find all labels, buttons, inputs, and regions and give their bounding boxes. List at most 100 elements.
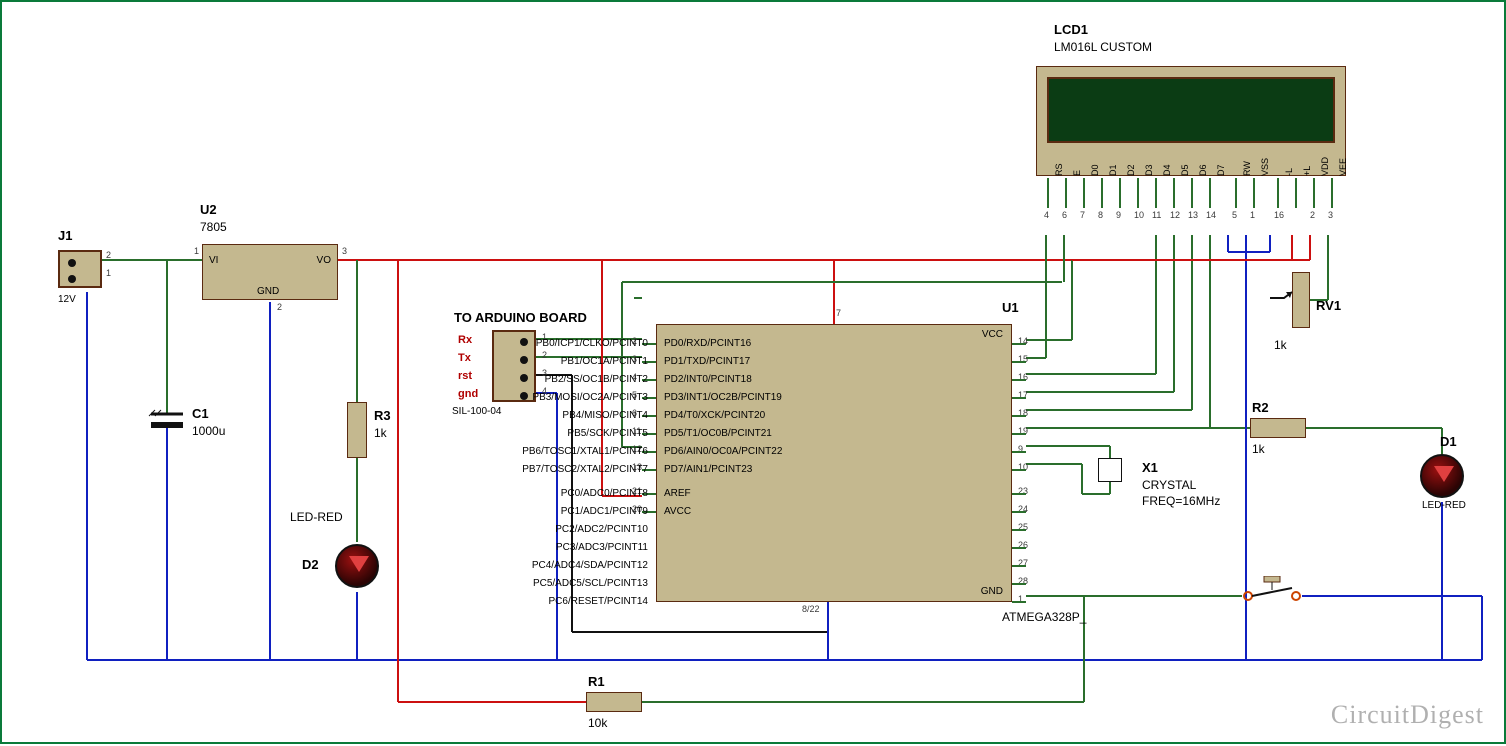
u2-pin3-num: 3 xyxy=(342,246,347,256)
lcd-pin-label: VEE xyxy=(1338,158,1348,176)
lcd-pin-num: 12 xyxy=(1170,210,1180,220)
u1-right-pin-label: PB0/ICP1/CLKO/PCINT0 xyxy=(308,338,648,349)
u2-gnd-label: GND xyxy=(257,286,279,297)
d1-val: LED-RED xyxy=(1422,500,1466,511)
lcd-pin-label: D7 xyxy=(1216,164,1226,176)
u2-pin2-num: 2 xyxy=(277,302,282,312)
u1-val: ATMEGA328P_ xyxy=(1002,610,1086,624)
u1-right-pin-label: PC2/ADC2/PCINT10 xyxy=(308,524,648,535)
reset-button[interactable] xyxy=(1242,576,1302,606)
regulator-u2: VI VO GND xyxy=(202,244,338,300)
u1-right-pin-label: PB5/SCK/PCINT5 xyxy=(308,428,648,439)
lcd-pin-label: -L xyxy=(1284,168,1294,176)
u1-right-pin-label: PC1/ADC1/PCINT9 xyxy=(308,506,648,517)
lcd-pin-num: 1 xyxy=(1250,210,1255,220)
lcd-pin-label: E xyxy=(1072,170,1082,176)
resistor-r2 xyxy=(1250,418,1306,438)
lcd-pin-num: 16 xyxy=(1274,210,1284,220)
u1-left-pin-label: AREF xyxy=(664,488,691,499)
lcd-pin-num: 9 xyxy=(1116,210,1121,220)
connector-j1 xyxy=(58,250,102,288)
x1-freq: FREQ=16MHz xyxy=(1142,494,1220,508)
u1-right-pin-label: PB4/MISO/PCINT4 xyxy=(308,410,648,421)
watermark: CircuitDigest xyxy=(1331,700,1484,730)
d1-ref: D1 xyxy=(1440,434,1457,449)
u1-right-pin-label: PC5/ADC5/SCL/PCINT13 xyxy=(308,578,648,589)
rv1-val: 1k xyxy=(1274,338,1287,352)
u2-vi-label: VI xyxy=(209,255,218,266)
lcd-pin-label: D6 xyxy=(1198,164,1208,176)
j1-pin1-num: 1 xyxy=(106,268,111,278)
j1-pin2-num: 2 xyxy=(106,250,111,260)
lcd-pin-num: 6 xyxy=(1062,210,1067,220)
crystal-x1 xyxy=(1098,458,1122,482)
u1-left-pin-label: PD4/T0/XCK/PCINT20 xyxy=(664,410,765,421)
u1-left-pin-label: PD5/T1/OC0B/PCINT21 xyxy=(664,428,772,439)
j1-ref: J1 xyxy=(58,228,72,243)
r2-ref: R2 xyxy=(1252,400,1269,415)
x1-ref: X1 xyxy=(1142,460,1158,475)
lcd-val: LM016L CUSTOM xyxy=(1054,40,1152,54)
lcd-pin-label: D0 xyxy=(1090,164,1100,176)
u2-val: 7805 xyxy=(200,220,227,234)
u1-left-pin-label: PD1/TXD/PCINT17 xyxy=(664,356,750,367)
lcd-pin-label: RS xyxy=(1054,163,1064,176)
schematic-canvas: 2 1 J1 12V VI VO GND 1 3 2 U2 7805 C1 10… xyxy=(0,0,1506,744)
rv1-ref: RV1 xyxy=(1316,298,1341,313)
c1-ref: C1 xyxy=(192,406,209,421)
u1-7: 7 xyxy=(836,308,841,318)
u2-ref: U2 xyxy=(200,202,217,217)
u1-right-pin-label: PB6/TOSC1/XTAL1/PCINT6 xyxy=(308,446,648,457)
j1-val: 12V xyxy=(58,294,76,305)
x1-val: CRYSTAL xyxy=(1142,478,1196,492)
resistor-r1 xyxy=(586,692,642,712)
lcd-pin-num: 5 xyxy=(1232,210,1237,220)
u1-left-pin-label: PD3/INT1/OC2B/PCINT19 xyxy=(664,392,782,403)
lcd-pin-num: 2 xyxy=(1310,210,1315,220)
lcd-ref: LCD1 xyxy=(1054,22,1088,37)
lcd-pin-num: 13 xyxy=(1188,210,1198,220)
u1-right-pin-label: PB7/TOSC2/XTAL2/PCINT7 xyxy=(308,464,648,475)
u1-ref: U1 xyxy=(1002,300,1019,315)
u2-pin1-num: 1 xyxy=(194,246,199,256)
u1-gnd: GND xyxy=(981,586,1003,597)
u1-right-pin-label: PC6/RESET/PCINT14 xyxy=(308,596,648,607)
r2-val: 1k xyxy=(1252,442,1265,456)
u1-right-pin-label: PB1/OC1A/PCINT1 xyxy=(308,356,648,367)
u1-left-pin-label: PD6/AIN0/OC0A/PCINT22 xyxy=(664,446,782,457)
lcd-module xyxy=(1036,66,1346,176)
lcd-pin-num: 8 xyxy=(1098,210,1103,220)
pot-wiper xyxy=(1270,288,1296,308)
lcd-pin-label: RW xyxy=(1242,161,1252,176)
capacitor-c1 xyxy=(147,402,187,442)
lcd-pin-label: D1 xyxy=(1108,164,1118,176)
lcd-pin-label: D5 xyxy=(1180,164,1190,176)
lcd-screen xyxy=(1047,77,1335,143)
u1-right-pin-label: PC0/ADC0/PCINT8 xyxy=(308,488,648,499)
r1-val: 10k xyxy=(588,716,607,730)
u1-822: 8/22 xyxy=(802,604,820,614)
u1-vcc: VCC xyxy=(982,329,1003,340)
lcd-pin-label: +L xyxy=(1302,166,1312,176)
u1-right-pin-label: PB3/MOSI/OC2A/PCINT3 xyxy=(308,392,648,403)
u1-right-pin-label: PC3/ADC3/PCINT11 xyxy=(308,542,648,553)
lcd-pin-label: VDD xyxy=(1320,157,1330,176)
lcd-pin-label: D2 xyxy=(1126,164,1136,176)
led-d1 xyxy=(1420,454,1464,498)
lcd-pin-num: 10 xyxy=(1134,210,1144,220)
lcd-pin-num: 4 xyxy=(1044,210,1049,220)
r1-ref: R1 xyxy=(588,674,605,689)
u1-right-pin-label: PB2/SS/OC1B/PCINT2 xyxy=(308,374,648,385)
c1-val: 1000u xyxy=(192,424,225,438)
u2-vo-label: VO xyxy=(317,255,331,266)
lcd-pin-label: D4 xyxy=(1162,164,1172,176)
u1-right-pin-label: PC4/ADC4/SDA/PCINT12 xyxy=(308,560,648,571)
arduino-header-title: TO ARDUINO BOARD xyxy=(454,310,587,325)
u1-left-pin-label: AVCC xyxy=(664,506,691,517)
u1-left-pin-label: PD2/INT0/PCINT18 xyxy=(664,374,752,385)
lcd-pin-label: VSS xyxy=(1260,158,1270,176)
u1-left-pin-label: PD0/RXD/PCINT16 xyxy=(664,338,751,349)
lcd-pin-label: D3 xyxy=(1144,164,1154,176)
lcd-pin-num: 7 xyxy=(1080,210,1085,220)
lcd-pin-num: 14 xyxy=(1206,210,1216,220)
